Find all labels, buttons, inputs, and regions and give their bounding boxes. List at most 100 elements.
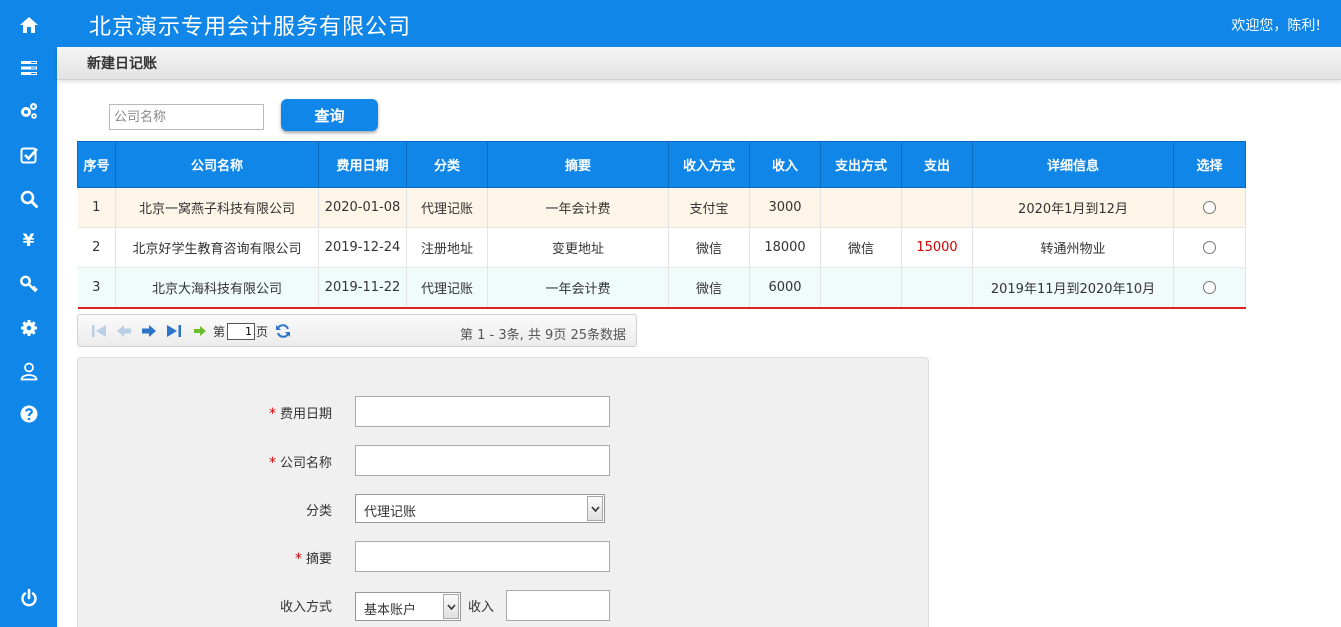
expense-date-label: * 费用日期 [268, 406, 332, 422]
list-icon[interactable] [0, 46, 57, 90]
cell-summary: 一年会计费 [487, 187, 669, 228]
summary-input[interactable] [355, 541, 610, 572]
cogs-icon[interactable] [0, 89, 57, 133]
col-header-date: 费用日期 [318, 141, 407, 188]
search-icon[interactable] [0, 177, 57, 221]
summary-label: * 摘要 [294, 551, 332, 567]
company-name-input[interactable] [355, 445, 610, 476]
cell-income-method: 微信 [668, 267, 750, 308]
last-page-icon[interactable] [166, 323, 182, 339]
gear-icon[interactable] [0, 306, 57, 350]
cell-details: 2020年1月到12月 [972, 187, 1174, 228]
check-square-icon[interactable] [0, 133, 57, 177]
cell-company: 北京好学生教育咨询有限公司 [115, 227, 319, 268]
new-entry-form: * 费用日期 * 公司名称 分类 代理记账 * 摘要 收入方式 基本账户 收入 [77, 357, 929, 627]
col-header-company: 公司名称 [115, 141, 319, 188]
query-button[interactable]: 查询 [281, 99, 378, 131]
cell-income: 6000 [749, 267, 821, 308]
required-mark: * [268, 406, 276, 422]
expense-date-input[interactable] [355, 396, 610, 427]
cell-summary: 一年会计费 [487, 267, 669, 308]
col-header-select: 选择 [1173, 141, 1246, 188]
yen-icon[interactable]: ¥ [0, 219, 57, 263]
col-header-category: 分类 [406, 141, 488, 188]
help-icon[interactable] [0, 392, 57, 436]
category-select-value: 代理记账 [364, 505, 417, 520]
cell-expense [901, 267, 973, 308]
col-header-expense-method: 支出方式 [820, 141, 902, 188]
pagination-bar: 第 页 第 1 - 3条, 共 9页 25条数据 [77, 314, 637, 347]
cell-date: 2019-12-24 [318, 227, 407, 268]
cell-expense-method [820, 187, 902, 228]
page-suffix-label: 页 [256, 325, 269, 339]
cell-income-method: 微信 [668, 227, 750, 268]
col-header-summary: 摘要 [487, 141, 669, 188]
table-row[interactable]: 3 北京大海科技有限公司 2019-11-22 代理记账 一年会计费 微信 60… [77, 267, 1246, 308]
page-number-input[interactable] [227, 323, 255, 340]
required-mark: * [294, 551, 302, 567]
journal-table: 序号 公司名称 费用日期 分类 摘要 收入方式 收入 支出方式 支出 详细信息 … [77, 141, 1246, 309]
page-title: 新建日记账 [87, 56, 157, 72]
home-icon[interactable] [0, 3, 57, 47]
cell-details: 2019年11月到2020年10月 [972, 267, 1174, 308]
cell-income: 3000 [749, 187, 821, 228]
row-select-radio[interactable] [1203, 280, 1216, 294]
income-input[interactable] [506, 590, 610, 621]
cell-select [1173, 187, 1246, 228]
cell-category: 代理记账 [406, 267, 488, 308]
col-header-index: 序号 [77, 141, 116, 188]
company-search-input[interactable] [109, 104, 264, 130]
pagination-info: 第 1 - 3条, 共 9页 25条数据 [460, 328, 626, 343]
chevron-down-icon [587, 496, 603, 521]
user-icon[interactable] [0, 349, 57, 393]
company-title: 北京演示专用会计服务有限公司 [89, 15, 412, 40]
income-method-label: 收入方式 [279, 600, 332, 615]
cell-expense [901, 187, 973, 228]
cell-select [1173, 267, 1246, 308]
refresh-icon[interactable] [275, 323, 291, 339]
cell-details: 转通州物业 [972, 227, 1174, 268]
cell-summary: 变更地址 [487, 227, 669, 268]
cell-expense-method [820, 267, 902, 308]
key-icon[interactable] [0, 262, 57, 306]
table-row[interactable]: 1 北京一窝燕子科技有限公司 2020-01-08 代理记账 一年会计费 支付宝… [77, 187, 1246, 228]
first-page-icon[interactable] [91, 323, 107, 339]
cell-index: 2 [77, 227, 116, 268]
chevron-down-icon [443, 594, 459, 619]
cell-income: 18000 [749, 227, 821, 268]
page-titlebar: 新建日记账 [57, 47, 1341, 80]
next-page-icon[interactable] [141, 323, 157, 339]
cell-category: 代理记账 [406, 187, 488, 228]
cell-expense: 15000 [901, 227, 973, 268]
category-label: 分类 [305, 504, 332, 519]
cell-date: 2019-11-22 [318, 267, 407, 308]
power-icon[interactable] [0, 576, 57, 620]
cell-company: 北京大海科技有限公司 [115, 267, 319, 308]
income-method-select[interactable]: 基本账户 [355, 592, 461, 621]
col-header-income: 收入 [749, 141, 821, 188]
cell-date: 2020-01-08 [318, 187, 407, 228]
company-name-label: * 公司名称 [268, 455, 332, 471]
prev-page-icon[interactable] [116, 323, 132, 339]
cell-index: 1 [77, 187, 116, 228]
income-label: 收入 [468, 600, 495, 615]
row-select-radio[interactable] [1203, 201, 1216, 214]
cell-select [1173, 227, 1246, 268]
required-mark: * [268, 455, 276, 471]
table-row[interactable]: 2 北京好学生教育咨询有限公司 2019-12-24 注册地址 变更地址 微信 … [77, 227, 1246, 268]
cell-company: 北京一窝燕子科技有限公司 [115, 187, 319, 228]
page-prefix-label: 第 [213, 325, 226, 339]
cell-income-method: 支付宝 [668, 187, 750, 228]
cell-index: 3 [77, 267, 116, 308]
top-header: 北京演示专用会计服务有限公司 欢迎您，陈利! [57, 0, 1341, 47]
col-header-details: 详细信息 [972, 141, 1174, 188]
col-header-expense: 支出 [901, 141, 973, 188]
category-select[interactable]: 代理记账 [355, 494, 605, 523]
cell-category: 注册地址 [406, 227, 488, 268]
welcome-text: 欢迎您，陈利! [1231, 18, 1321, 34]
go-page-icon[interactable] [192, 323, 208, 339]
income-method-select-value: 基本账户 [364, 603, 417, 618]
table-header-row: 序号 公司名称 费用日期 分类 摘要 收入方式 收入 支出方式 支出 详细信息 … [77, 141, 1246, 188]
row-select-radio[interactable] [1203, 241, 1216, 254]
col-header-income-method: 收入方式 [668, 141, 750, 188]
